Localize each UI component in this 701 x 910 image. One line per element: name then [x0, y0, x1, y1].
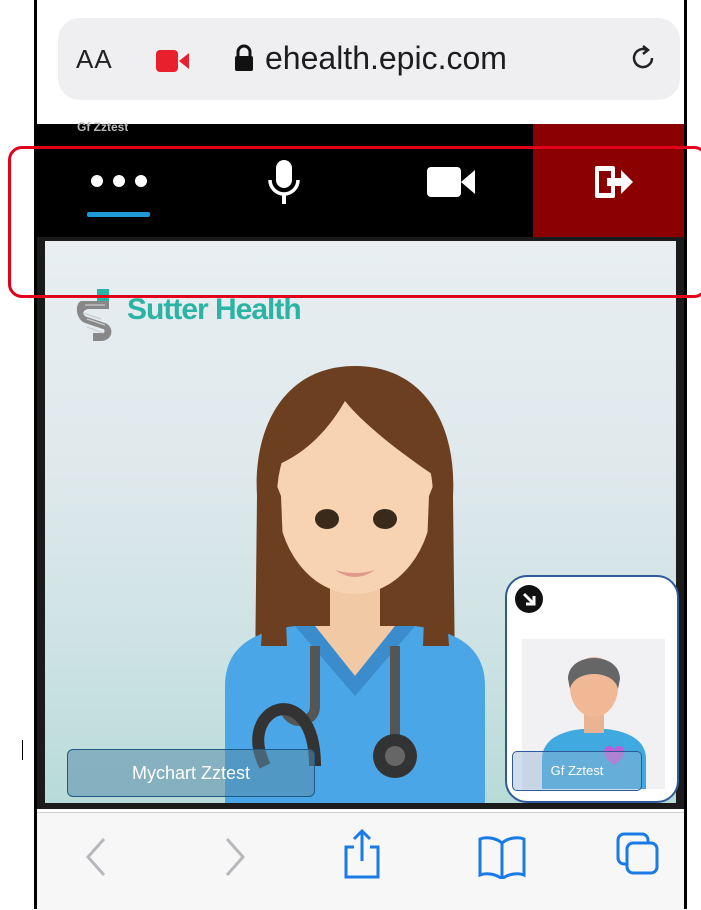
brand-name: Sutter Health [127, 293, 302, 326]
annotation-highlight-box [8, 146, 701, 298]
url-text[interactable]: ehealth.epic.com [265, 40, 507, 77]
lock-icon [234, 44, 254, 77]
text-size-button[interactable]: AA [76, 44, 113, 75]
doctor-avatar-illustration [225, 366, 485, 803]
back-arrow-icon[interactable] [82, 835, 112, 884]
tabs-icon[interactable] [615, 831, 661, 882]
text-cursor [22, 740, 23, 760]
browser-bottom-toolbar [37, 812, 684, 910]
main-participant-name: Mychart Zztest [67, 749, 315, 797]
reload-icon[interactable] [628, 43, 658, 78]
text-size-label: AA [76, 44, 113, 74]
forward-arrow-icon[interactable] [219, 835, 249, 884]
self-view-tile[interactable]: Gf Zztest [505, 575, 679, 803]
self-view-name: Gf Zztest [512, 751, 642, 791]
expand-self-view-icon[interactable] [515, 585, 543, 618]
share-icon[interactable] [342, 828, 382, 884]
address-bar[interactable]: AA ehealth.epic.com [58, 18, 680, 100]
right-frame-edge [684, 0, 687, 909]
video-camera-indicator-icon[interactable] [156, 50, 190, 77]
bookmarks-icon[interactable] [477, 835, 527, 884]
